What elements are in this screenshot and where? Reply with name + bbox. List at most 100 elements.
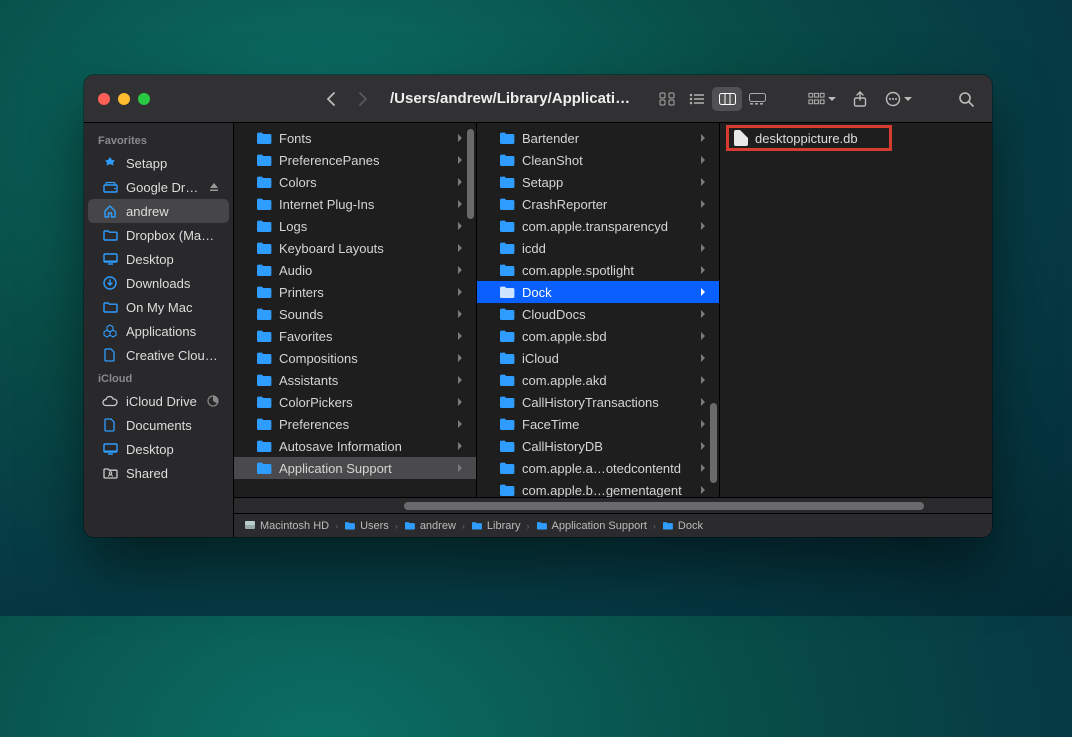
chevron-right-icon: › — [653, 521, 656, 531]
folder-row[interactable]: Autosave Information — [234, 435, 476, 457]
column-view-button[interactable] — [712, 87, 742, 111]
folder-row[interactable]: Favorites — [234, 325, 476, 347]
sidebar[interactable]: FavoritesSetappGoogle Dr…andrewDropbox (… — [84, 123, 234, 537]
column[interactable]: BartenderCleanShotSetappCrashReportercom… — [477, 123, 720, 497]
share-button[interactable] — [846, 87, 874, 111]
shared-icon — [102, 465, 118, 481]
search-button[interactable] — [952, 87, 980, 111]
folder-row[interactable]: Assistants — [234, 369, 476, 391]
close-button[interactable] — [98, 93, 110, 105]
folder-label: CleanShot — [522, 153, 694, 168]
action-button[interactable] — [884, 87, 912, 111]
sidebar-item[interactable]: Google Dr… — [88, 175, 229, 199]
path-crumb[interactable]: Dock — [662, 520, 703, 532]
folder-row[interactable]: Audio — [234, 259, 476, 281]
folder-row[interactable]: com.apple.spotlight — [477, 259, 719, 281]
sidebar-item[interactable]: iCloud Drive — [88, 389, 229, 413]
folder-row[interactable]: Setapp — [477, 171, 719, 193]
vertical-scrollbar[interactable] — [710, 403, 717, 483]
list-view-button[interactable] — [682, 87, 712, 111]
sidebar-section-header: Favorites — [84, 129, 233, 151]
sidebar-item[interactable]: Desktop — [88, 437, 229, 461]
file-row[interactable]: desktoppicture.db — [720, 127, 992, 149]
sidebar-item[interactable]: Creative Clou… — [88, 343, 229, 367]
column[interactable]: Fonts PreferencePanesColorsInternet Plug-… — [234, 123, 477, 497]
folder-label: Fonts — [279, 131, 451, 146]
path-crumb[interactable]: Library — [471, 520, 521, 532]
folder-label: Logs — [279, 219, 451, 234]
column[interactable]: desktoppicture.db — [720, 123, 992, 497]
path-crumb[interactable]: Application Support — [536, 520, 647, 532]
folder-row[interactable]: com.apple.b…gementagent — [477, 479, 719, 497]
chevron-right-icon — [458, 266, 466, 274]
folder-row[interactable]: Keyboard Layouts — [234, 237, 476, 259]
sidebar-item[interactable]: Setapp — [88, 151, 229, 175]
sidebar-item[interactable]: Desktop — [88, 247, 229, 271]
folder-row[interactable]: Dock — [477, 281, 719, 303]
chevron-right-icon — [458, 354, 466, 362]
group-button[interactable] — [808, 87, 836, 111]
downloads-icon — [102, 275, 118, 291]
folder-label: Audio — [279, 263, 451, 278]
sidebar-item[interactable]: andrew — [88, 199, 229, 223]
folder-row[interactable]: Application Support — [234, 457, 476, 479]
chevron-right-icon — [458, 222, 466, 230]
folder-row[interactable]: Logs — [234, 215, 476, 237]
toolbar: /Users/andrew/Library/Applicati… — [84, 75, 992, 123]
folder-row[interactable]: Printers — [234, 281, 476, 303]
folder-row[interactable]: com.apple.transparencyd — [477, 215, 719, 237]
folder-row[interactable]: Bartender — [477, 127, 719, 149]
folder-row[interactable]: iCloud — [477, 347, 719, 369]
folder-row[interactable]: CallHistoryDB — [477, 435, 719, 457]
folder-row[interactable]: Colors — [234, 171, 476, 193]
gallery-view-button[interactable] — [742, 87, 772, 111]
path-crumb-label: Users — [360, 520, 389, 532]
folder-row[interactable]: Preferences — [234, 413, 476, 435]
folder-row[interactable]: CallHistoryTransactions — [477, 391, 719, 413]
zoom-button[interactable] — [138, 93, 150, 105]
chevron-right-icon — [458, 420, 466, 428]
sidebar-item-label: Documents — [126, 418, 219, 433]
folder-row[interactable]: Fonts — [234, 127, 476, 149]
folder-label: Keyboard Layouts — [279, 241, 451, 256]
folder-row[interactable]: com.apple.akd — [477, 369, 719, 391]
folder-row[interactable]: com.apple.sbd — [477, 325, 719, 347]
folder-row[interactable]: CloudDocs — [477, 303, 719, 325]
chevron-right-icon — [701, 222, 709, 230]
folder-row[interactable]: com.apple.a…otedcontentd — [477, 457, 719, 479]
columns-area: Fonts PreferencePanesColorsInternet Plug-… — [234, 123, 992, 537]
folder-row[interactable]: icdd — [477, 237, 719, 259]
sidebar-item[interactable]: Downloads — [88, 271, 229, 295]
vertical-scrollbar[interactable] — [467, 129, 474, 219]
sidebar-item[interactable]: Dropbox (Ma… — [88, 223, 229, 247]
folder-row[interactable]: PreferencePanes — [234, 149, 476, 171]
path-crumb[interactable]: Macintosh HD — [244, 520, 329, 532]
chevron-right-icon — [701, 332, 709, 340]
sidebar-item[interactable]: Shared — [88, 461, 229, 485]
path-crumb[interactable]: Users — [344, 520, 389, 532]
chevron-right-icon — [458, 398, 466, 406]
minimize-button[interactable] — [118, 93, 130, 105]
folder-row[interactable]: CleanShot — [477, 149, 719, 171]
sidebar-item[interactable]: On My Mac — [88, 295, 229, 319]
folder-row[interactable]: FaceTime — [477, 413, 719, 435]
path-crumb[interactable]: andrew — [404, 520, 456, 532]
back-button[interactable] — [320, 88, 342, 110]
path-bar[interactable]: Macintosh HD›Users›andrew›Library›Applic… — [234, 513, 992, 537]
chevron-right-icon: › — [335, 521, 338, 531]
sidebar-item[interactable]: Documents — [88, 413, 229, 437]
folder-row[interactable]: ColorPickers — [234, 391, 476, 413]
chevron-right-icon — [701, 354, 709, 362]
eject-icon[interactable] — [209, 182, 219, 192]
forward-button[interactable] — [352, 88, 374, 110]
sidebar-item[interactable]: Applications — [88, 319, 229, 343]
folder-row[interactable]: Internet Plug-Ins — [234, 193, 476, 215]
icon-view-button[interactable] — [652, 87, 682, 111]
chevron-right-icon — [701, 398, 709, 406]
chevron-right-icon — [701, 288, 709, 296]
folder-row[interactable]: CrashReporter — [477, 193, 719, 215]
desktop-icon — [102, 251, 118, 267]
folder-row[interactable]: Compositions — [234, 347, 476, 369]
horizontal-scrollbar[interactable] — [234, 497, 992, 513]
folder-row[interactable]: Sounds — [234, 303, 476, 325]
